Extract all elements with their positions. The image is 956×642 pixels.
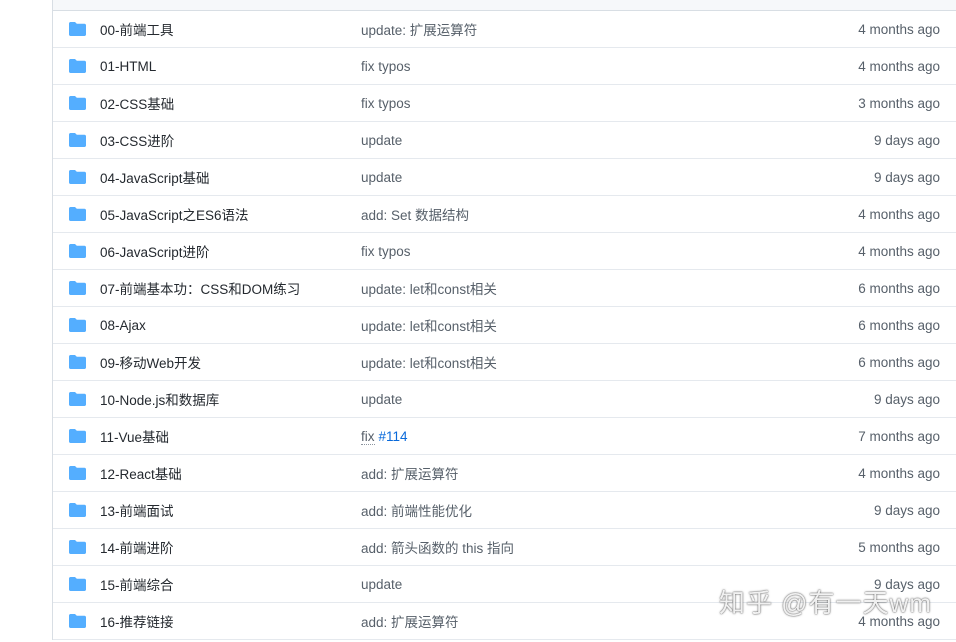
commit-age: 9 days ago	[873, 576, 940, 592]
table-row[interactable]: 08-Ajax update: let和const相关 6 months ago	[53, 307, 956, 344]
commit-message[interactable]: fix typos	[361, 244, 411, 259]
folder-name-link[interactable]: 06-JavaScript进阶	[100, 241, 210, 261]
folder-icon	[69, 466, 86, 480]
commit-message[interactable]: add: 扩展运算符	[361, 611, 459, 631]
folder-name-link[interactable]: 14-前端进阶	[100, 537, 174, 557]
commit-message[interactable]: add: 箭头函数的 this 指向	[361, 537, 514, 557]
folder-icon	[69, 244, 86, 258]
table-row[interactable]: 00-前端工具 update: 扩展运算符 4 months ago	[53, 11, 956, 48]
table-row[interactable]: 05-JavaScript之ES6语法 add: Set 数据结构 4 months…	[53, 196, 956, 233]
folder-name-link[interactable]: 16-推荐链接	[100, 611, 174, 631]
folder-name-link[interactable]: 08-Ajax	[100, 318, 146, 333]
issue-reference-link[interactable]: #114	[379, 429, 408, 444]
table-row[interactable]: 16-推荐链接 add: 扩展运算符 4 months ago	[53, 603, 956, 640]
folder-name-link[interactable]: 11-Vue基础	[100, 426, 169, 446]
folder-name-link[interactable]: 01-HTML	[100, 59, 156, 74]
folder-icon	[69, 170, 86, 184]
commit-age: 6 months ago	[858, 317, 940, 333]
commit-message[interactable]: add: 前端性能优化	[361, 500, 472, 520]
folder-icon	[69, 318, 86, 332]
table-header-strip	[53, 0, 956, 11]
table-row[interactable]: 14-前端进阶 add: 箭头函数的 this 指向 5 months ago	[53, 529, 956, 566]
table-row[interactable]: 06-JavaScript进阶 fix typos 4 months ago	[53, 233, 956, 270]
commit-age: 4 months ago	[858, 206, 940, 222]
table-row[interactable]: 04-JavaScript基础 update 9 days ago	[53, 159, 956, 196]
file-list-table: 00-前端工具 update: 扩展运算符 4 months ago 01-HTML f…	[52, 0, 956, 640]
folder-icon	[69, 540, 86, 554]
folder-icon	[69, 503, 86, 517]
commit-age: 9 days ago	[873, 132, 940, 148]
table-row[interactable]: 15-前端综合 update 9 days ago	[53, 566, 956, 603]
folder-icon	[69, 429, 86, 443]
folder-name-link[interactable]: 07-前端基本功：CSS和DOM练习	[100, 278, 300, 298]
commit-message[interactable]: update	[361, 392, 402, 407]
commit-message[interactable]: fix typos	[361, 59, 411, 74]
table-row[interactable]: 13-前端面试 add: 前端性能优化 9 days ago	[53, 492, 956, 529]
commit-message[interactable]: update	[361, 577, 402, 592]
commit-message[interactable]: update: let和const相关	[361, 315, 497, 335]
commit-age: 6 months ago	[858, 280, 940, 296]
folder-name-link[interactable]: 03-CSS进阶	[100, 130, 174, 150]
commit-age: 7 months ago	[858, 428, 940, 444]
folder-icon	[69, 133, 86, 147]
folder-name-link[interactable]: 10-Node.js和数据库	[100, 389, 219, 409]
table-row[interactable]: 07-前端基本功：CSS和DOM练习 update: let和const相关 6 m…	[53, 270, 956, 307]
folder-icon	[69, 281, 86, 295]
folder-name-link[interactable]: 04-JavaScript基础	[100, 167, 210, 187]
commit-age: 4 months ago	[858, 58, 940, 74]
folder-icon	[69, 59, 86, 73]
commit-age: 4 months ago	[858, 465, 940, 481]
commit-age: 9 days ago	[873, 502, 940, 518]
commit-message[interactable]: fix #114	[361, 428, 408, 445]
folder-name-link[interactable]: 15-前端综合	[100, 574, 174, 594]
table-row[interactable]: 12-React基础 add: 扩展运算符 4 months ago	[53, 455, 956, 492]
folder-icon	[69, 96, 86, 110]
commit-age: 3 months ago	[858, 95, 940, 111]
folder-name-link[interactable]: 02-CSS基础	[100, 93, 174, 113]
commit-age: 4 months ago	[858, 21, 940, 37]
table-row[interactable]: 11-Vue基础 fix #114 7 months ago	[53, 418, 956, 455]
folder-name-link[interactable]: 13-前端面试	[100, 500, 174, 520]
commit-age: 5 months ago	[858, 539, 940, 555]
table-row[interactable]: 03-CSS进阶 update 9 days ago	[53, 122, 956, 159]
folder-icon	[69, 614, 86, 628]
commit-message[interactable]: update: let和const相关	[361, 352, 497, 372]
commit-age: 6 months ago	[858, 354, 940, 370]
file-rows: 00-前端工具 update: 扩展运算符 4 months ago 01-HTML f…	[53, 11, 956, 640]
table-row[interactable]: 01-HTML fix typos 4 months ago	[53, 48, 956, 85]
table-row[interactable]: 10-Node.js和数据库 update 9 days ago	[53, 381, 956, 418]
commit-message-text[interactable]: fix	[361, 428, 375, 445]
folder-name-link[interactable]: 12-React基础	[100, 463, 182, 483]
commit-message[interactable]: update: 扩展运算符	[361, 19, 477, 39]
folder-icon	[69, 577, 86, 591]
file-browser-page: 00-前端工具 update: 扩展运算符 4 months ago 01-HTML f…	[0, 0, 956, 642]
commit-message[interactable]: add: 扩展运算符	[361, 463, 459, 483]
commit-message[interactable]: update	[361, 170, 402, 185]
table-row[interactable]: 09-移动Web开发 update: let和const相关 6 months ag…	[53, 344, 956, 381]
commit-message[interactable]: add: Set 数据结构	[361, 204, 469, 224]
folder-name-link[interactable]: 00-前端工具	[100, 19, 174, 39]
table-row[interactable]: 02-CSS基础 fix typos 3 months ago	[53, 85, 956, 122]
commit-age: 9 days ago	[873, 169, 940, 185]
commit-message[interactable]: fix typos	[361, 96, 411, 111]
folder-icon	[69, 355, 86, 369]
commit-age: 4 months ago	[858, 613, 940, 629]
folder-icon	[69, 207, 86, 221]
folder-icon	[69, 22, 86, 36]
commit-message[interactable]: update	[361, 133, 402, 148]
folder-name-link[interactable]: 05-JavaScript之ES6语法	[100, 204, 249, 224]
commit-age: 4 months ago	[858, 243, 940, 259]
folder-name-link[interactable]: 09-移动Web开发	[100, 352, 201, 372]
commit-message[interactable]: update: let和const相关	[361, 278, 497, 298]
commit-age: 9 days ago	[873, 391, 940, 407]
folder-icon	[69, 392, 86, 406]
